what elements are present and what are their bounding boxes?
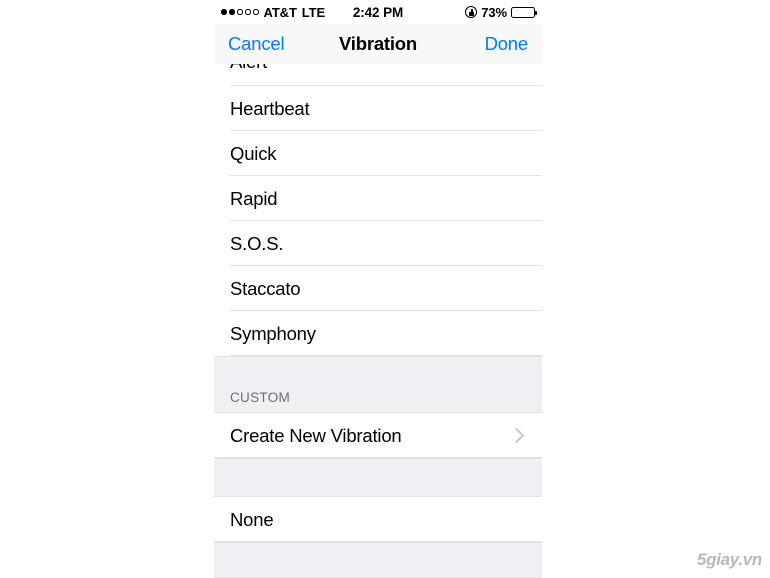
list-item-create-new-vibration[interactable]: Create New Vibration — [214, 413, 542, 458]
list-item-heartbeat[interactable]: Heartbeat — [214, 86, 542, 131]
rotation-lock-icon — [465, 6, 478, 18]
list-item-label: Create New Vibration — [230, 424, 402, 446]
chevron-right-icon — [508, 427, 525, 444]
list-item-label: S.O.S. — [230, 232, 284, 254]
carrier-name: AT&T — [263, 4, 297, 20]
status-bar-right: 73% — [403, 4, 538, 20]
status-bar-center: 2:42 PM — [353, 5, 403, 20]
section-gap-after-custom — [214, 458, 542, 497]
list-item-s-o-s[interactable]: S.O.S. — [214, 221, 542, 266]
custom-section-header: CUSTOM — [214, 356, 542, 413]
list-item-rapid[interactable]: Rapid — [214, 176, 542, 221]
list-item-label: Rapid — [230, 187, 278, 209]
status-bar-left: AT&T LTE — [221, 5, 353, 20]
custom-section-header-label: CUSTOM — [230, 390, 291, 405]
battery-icon — [511, 6, 538, 18]
phone-screen: AT&T LTE 2:42 PM 73% Cancel Vibration Do… — [214, 0, 542, 578]
navigation-bar: Cancel Vibration Done — [214, 24, 542, 64]
status-bar: AT&T LTE 2:42 PM 73% — [214, 0, 542, 24]
standard-vibrations-group: Alert Heartbeat Quick Rapid S.O.S. Staccato Sy… — [214, 64, 542, 356]
list-item-label: Alert — [230, 64, 267, 73]
battery-percent-label: 73% — [481, 4, 508, 20]
list-item-symphony[interactable]: Symphony — [214, 311, 542, 356]
list-item-alert[interactable]: Alert — [214, 64, 542, 86]
signal-strength-icon — [221, 9, 259, 15]
list-item-label: None — [230, 508, 274, 530]
cancel-button[interactable]: Cancel — [228, 33, 285, 55]
list-item-staccato[interactable]: Staccato — [214, 266, 542, 311]
done-button[interactable]: Done — [485, 33, 529, 55]
list-item-label: Quick — [230, 142, 277, 164]
list-item-label: Staccato — [230, 277, 301, 299]
network-type-label: LTE — [301, 4, 326, 20]
site-watermark: 5giay.vn — [696, 550, 762, 569]
status-bar-clock: 2:42 PM — [352, 4, 404, 20]
vibration-list[interactable]: Alert Heartbeat Quick Rapid S.O.S. Staccato Sy… — [214, 64, 542, 578]
list-item-label: Heartbeat — [230, 97, 310, 119]
list-item-label: Symphony — [230, 322, 316, 344]
list-item-quick[interactable]: Quick — [214, 131, 542, 176]
list-item-none[interactable]: None — [214, 497, 542, 542]
section-gap-bottom — [214, 542, 542, 578]
